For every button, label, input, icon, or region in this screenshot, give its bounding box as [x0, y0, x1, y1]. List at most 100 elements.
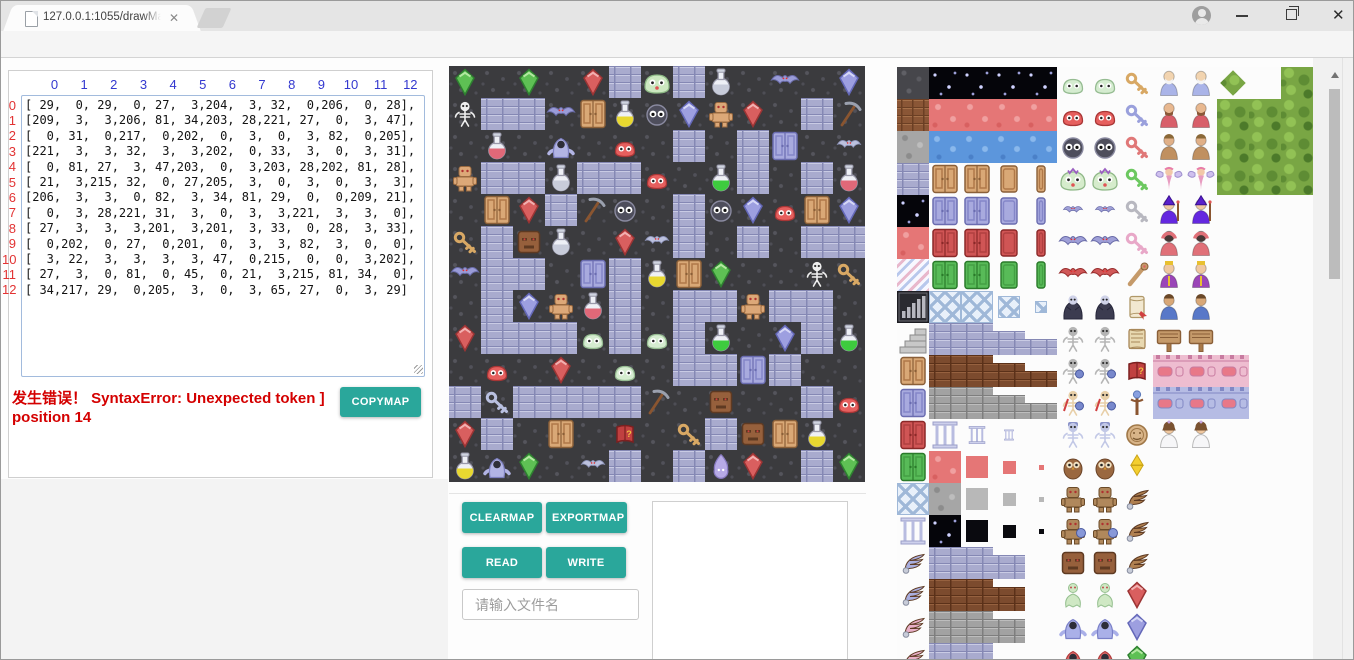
map-tile-silver-potion[interactable]: [545, 226, 577, 258]
map-tile-pale-slime[interactable]: [577, 322, 609, 354]
tileset-cell-ghostR[interactable]: [1057, 643, 1089, 660]
tileset-cell-wht[interactable]: [1249, 419, 1281, 451]
tileset-cell-boy[interactable]: [1185, 291, 1217, 323]
map-tile-wood-door[interactable]: [801, 194, 833, 226]
map-tile-dark-floor[interactable]: [833, 354, 865, 386]
map-tile-ghost[interactable]: [545, 130, 577, 162]
tileset-scrollbar[interactable]: [1327, 67, 1342, 660]
map-tile-purple-gem[interactable]: [513, 290, 545, 322]
tileset-cell-latt[interactable]: [929, 291, 961, 323]
window-close-button[interactable]: ✕: [1332, 6, 1345, 24]
map-tile-red-potion[interactable]: [481, 130, 513, 162]
map-tile-green-potion[interactable]: [833, 322, 865, 354]
map-tile-dark-floor[interactable]: [769, 258, 801, 290]
tileset-cell-wht[interactable]: [1153, 643, 1185, 660]
map-tile-stone-brick-wall[interactable]: [673, 66, 705, 98]
map-tile-dark-floor[interactable]: [449, 194, 481, 226]
map-tile-red-gem[interactable]: [513, 194, 545, 226]
tileset-cell-empty[interactable]: [1025, 163, 1057, 195]
map-tile-yellow-potion[interactable]: [801, 418, 833, 450]
window-minimize-button[interactable]: [1236, 15, 1248, 17]
tileset-cell-wht[interactable]: [1249, 291, 1281, 323]
map-tile-stone-brick-wall[interactable]: [609, 386, 641, 418]
map-tile-dark-floor[interactable]: [673, 162, 705, 194]
tileset-cell-hood[interactable]: [1185, 227, 1217, 259]
tileset-cell-boy[interactable]: [1153, 291, 1185, 323]
tileset-cell-keyR[interactable]: [1121, 131, 1153, 163]
tileset-cell-wht[interactable]: [1217, 195, 1249, 227]
tileset-cell-wht[interactable]: [1025, 611, 1057, 643]
window-restore-button[interactable]: [1286, 9, 1297, 20]
tileset-cell-wht[interactable]: [1249, 67, 1281, 99]
tileset-cell-wht[interactable]: [1025, 419, 1057, 451]
tileset-cell-rock[interactable]: [897, 131, 929, 163]
tileset-cell-empty[interactable]: [993, 291, 1025, 323]
map-tile-dark-floor[interactable]: [481, 66, 513, 98]
map-tile-stone-brick-wall[interactable]: [481, 162, 513, 194]
map-tile-stone-brick-wall[interactable]: [545, 386, 577, 418]
map-tile-stone-brick-wall[interactable]: [513, 98, 545, 130]
tileset-cell-doorT[interactable]: [929, 163, 961, 195]
map-tile-ghost[interactable]: [481, 450, 513, 482]
tileset-cell-wht[interactable]: [1217, 227, 1249, 259]
tileset-cell-slmman[interactable]: [1089, 579, 1121, 611]
map-tile-dark-floor[interactable]: [513, 354, 545, 386]
tileset-cell-gemR[interactable]: [1121, 579, 1153, 611]
tileset-cell-brickG[interactable]: [961, 387, 993, 419]
tileset-cell-manB[interactable]: [1185, 67, 1217, 99]
map-tile-stone-brick-wall[interactable]: [673, 226, 705, 258]
tileset-cell-wingI[interactable]: [1121, 547, 1153, 579]
tileset-cell-armsk[interactable]: [1089, 419, 1121, 451]
tileset-cell-batL[interactable]: [1057, 227, 1089, 259]
map-tile-stone-brick-wall[interactable]: [481, 290, 513, 322]
tileset-cell-vamp[interactable]: [1089, 291, 1121, 323]
tileset-cell-wht[interactable]: [1281, 259, 1313, 291]
tileset-cell-wiz[interactable]: [1153, 195, 1185, 227]
tileset-cell-batR[interactable]: [1057, 259, 1089, 291]
map-tile-yellow-potion[interactable]: [641, 258, 673, 290]
tileset-cell-tree[interactable]: [1281, 131, 1313, 163]
tileset-cell-wht[interactable]: [1217, 515, 1249, 547]
tileset-cell-batL[interactable]: [1089, 227, 1121, 259]
tileset-cell-empty[interactable]: [1025, 227, 1057, 259]
map-tile-stone-brick-wall[interactable]: [737, 130, 769, 162]
scrollbar-thumb[interactable]: [1329, 89, 1340, 279]
map-tile-purple-gem[interactable]: [769, 322, 801, 354]
tileset-cell-book[interactable]: ?: [1121, 355, 1153, 387]
map-tile-stone-brick-wall[interactable]: [801, 450, 833, 482]
tileset-cell-empty[interactable]: [1025, 483, 1057, 515]
tileset-cell-salm[interactable]: [961, 99, 993, 131]
map-tile-pale-slime[interactable]: [641, 322, 673, 354]
tileset-cell-wht[interactable]: [1249, 451, 1281, 483]
tileset-cell-wht[interactable]: [1025, 643, 1057, 660]
tileset-cell-tree[interactable]: [1281, 99, 1313, 131]
map-tile-stone-brick-wall[interactable]: [513, 162, 545, 194]
tileset-cell-empty[interactable]: [993, 323, 1025, 355]
tileset-cell-wallP[interactable]: [1217, 355, 1249, 387]
tileset-cell-wht[interactable]: [1281, 291, 1313, 323]
tileset-cell-empty[interactable]: [1025, 387, 1057, 419]
tileset-cell-armgo[interactable]: [1089, 515, 1121, 547]
map-tile-stone-brick-wall[interactable]: [545, 322, 577, 354]
map-tile-purple-bat[interactable]: [769, 66, 801, 98]
tileset-cell-wht[interactable]: [1249, 547, 1281, 579]
map-tile-stone-face[interactable]: [705, 386, 737, 418]
tileset-cell-fairy[interactable]: [1153, 163, 1185, 195]
tileset-cell-armsk[interactable]: [1057, 419, 1089, 451]
map-tile-gold-key[interactable]: [673, 418, 705, 450]
map-tile-dark-floor[interactable]: [545, 66, 577, 98]
map-tile-green-gem[interactable]: [449, 66, 481, 98]
map-tile-stone-brick-wall[interactable]: [481, 258, 513, 290]
tileset-cell-ghostB[interactable]: [1089, 611, 1121, 643]
map-tile-yellow-potion[interactable]: [449, 450, 481, 482]
tileset-cell-wallB[interactable]: [1153, 387, 1185, 419]
tileset-cell-eye[interactable]: [1057, 131, 1089, 163]
tileset-cell-slmman[interactable]: [1057, 579, 1089, 611]
map-tile-dark-floor[interactable]: [641, 194, 673, 226]
map-tile-dark-floor[interactable]: [705, 130, 737, 162]
map-tile-eye-monster[interactable]: [705, 194, 737, 226]
map-tile-dark-floor[interactable]: [737, 386, 769, 418]
map-tile-green-gem[interactable]: [513, 66, 545, 98]
tileset-cell-wht[interactable]: [1217, 323, 1249, 355]
tileset-cell-royal[interactable]: [1153, 259, 1185, 291]
